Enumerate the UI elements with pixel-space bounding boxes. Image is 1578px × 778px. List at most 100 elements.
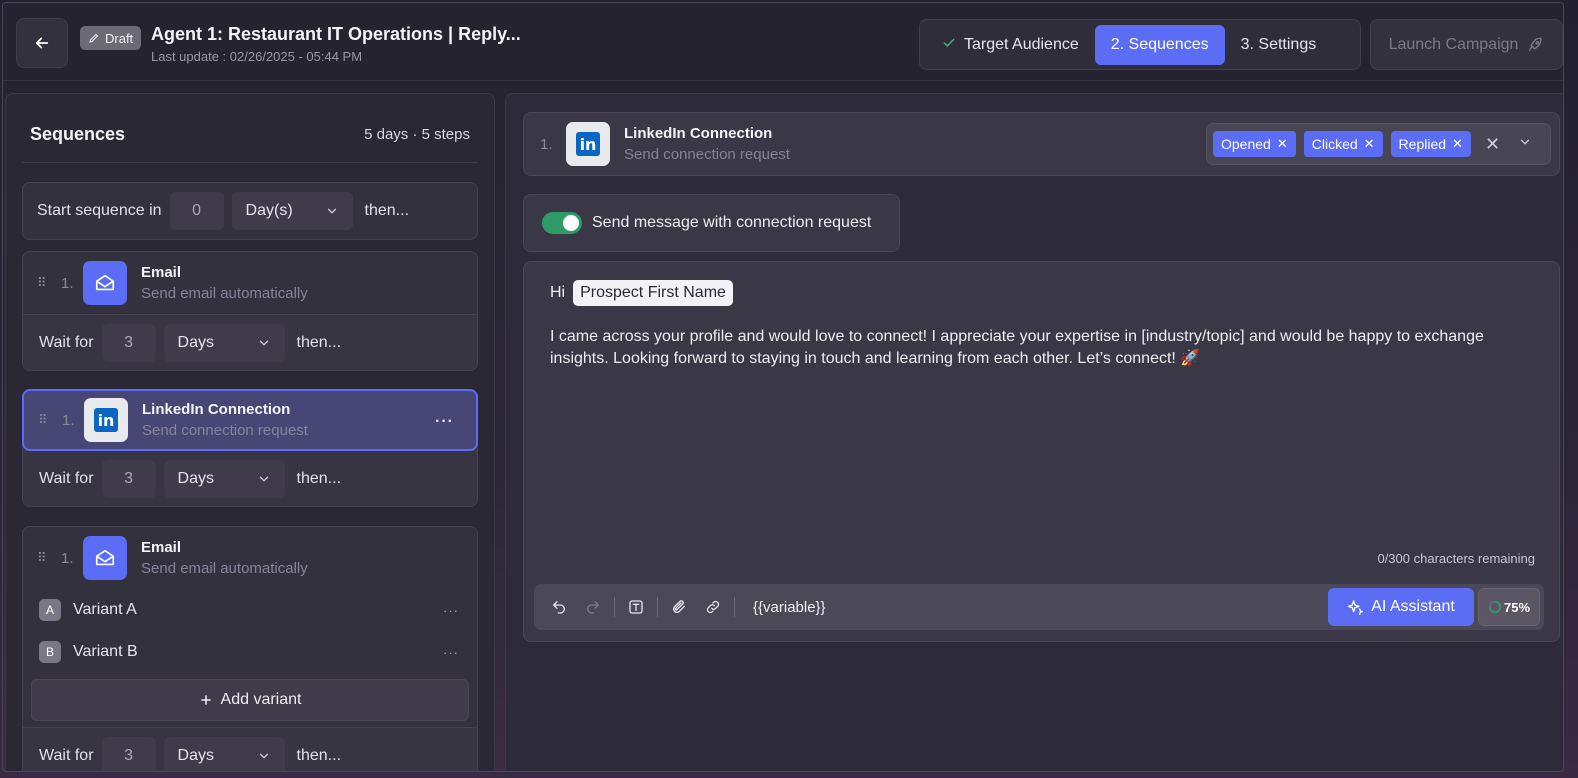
draft-label: Draft [105,30,134,46]
variant-b[interactable]: B Variant B ··· [23,631,477,673]
condition-tags-select[interactable]: Opened ✕ Clicked ✕ Replied ✕ ✕ [1206,123,1551,165]
start-days-input[interactable]: 0 [169,192,224,230]
sparkle-icon [1347,600,1364,615]
chevron-down-icon [327,208,336,214]
tag-clicked[interactable]: Clicked ✕ [1303,131,1383,157]
wait-row: Wait for 3 Days then... [23,450,477,506]
plus-icon [200,695,211,705]
wizard-steps: Target Audience 2. Sequences 3. Settings [919,19,1361,70]
close-icon[interactable]: ✕ [1364,136,1375,152]
ai-assistant-button[interactable]: AI Assistant [1328,588,1474,626]
variable-chip[interactable]: Prospect First Name [573,280,733,306]
chevron-down-icon [259,753,268,759]
sequence-step-email-1[interactable]: ⠿ 1. Email Send email automatically Wait… [22,251,478,371]
redo-icon[interactable] [576,590,610,624]
text-format-icon[interactable] [619,590,653,624]
detail-header: 1. in LinkedIn Connection Send connectio… [523,112,1560,176]
app-window: Draft Agent 1: Restaurant IT Operations … [2,2,1564,772]
add-variant-button[interactable]: Add variant [31,679,469,721]
step-number: 1. [61,549,74,567]
wait-unit-value: Days [177,746,214,764]
wait-days-input[interactable]: 3 [101,459,156,498]
message-editor[interactable]: Hi Prospect First Name I came across you… [523,261,1560,642]
linkedin-icon: in [84,398,128,442]
close-icon[interactable]: ✕ [1277,136,1288,152]
wait-unit-select[interactable]: Days [163,459,285,498]
last-update: Last update : 02/26/2025 - 05:44 PM [151,49,363,64]
launch-campaign-button[interactable]: Launch Campaign [1370,19,1563,70]
sequence-step-linkedin[interactable]: ⠿ 1. in LinkedIn Connection Send connect… [22,389,478,507]
sequences-panel: Sequences 5 days · 5 steps Start sequenc… [5,93,495,771]
wait-unit-select[interactable]: Days [163,323,285,362]
start-unit-value: Day(s) [245,202,293,219]
greeting-line: Hi Prospect First Name [550,280,733,306]
chevron-down-icon[interactable] [1518,135,1532,154]
ai-label: AI Assistant [1371,598,1455,615]
progress-ring-icon [1488,600,1502,614]
check-icon [942,36,956,53]
arrow-left-icon [35,37,49,49]
close-icon[interactable]: ✕ [1452,136,1463,152]
step-number: 1. [540,135,553,153]
connection-message-toggle[interactable] [542,212,582,234]
greeting-text: Hi [550,284,566,301]
step-sequences[interactable]: 2. Sequences [1094,24,1225,65]
connection-message-toggle-row: Send message with connection request [523,194,900,252]
selected-step-header[interactable]: ⠿ 1. in LinkedIn Connection Send connect… [22,389,478,451]
start-prefix: Start sequence in [37,202,162,219]
detail-step-desc: Send connection request [624,146,790,163]
wait-suffix: then... [296,333,342,351]
add-variant-label: Add variant [220,691,302,708]
wait-row: Wait for 3 Days then... [23,727,477,771]
insert-variable-button[interactable]: {{variable}} [753,599,826,616]
step-target-audience[interactable]: Target Audience [926,25,1095,65]
drag-handle-icon[interactable]: ⠿ [38,413,56,426]
variant-badge: A [39,599,61,621]
wait-unit-select[interactable]: Days [163,736,285,771]
launch-label: Launch Campaign [1388,35,1519,53]
step-number: 1. [61,274,74,292]
back-button[interactable] [16,18,68,68]
wait-label: Wait for [39,469,94,487]
step-label: 3. Settings [1240,35,1317,53]
undo-icon[interactable] [542,590,576,624]
step-name: Email [141,539,182,556]
wait-days-input[interactable]: 3 [101,736,156,771]
wait-unit-value: Days [177,333,214,351]
clear-all-icon[interactable]: ✕ [1485,134,1500,155]
sequence-step-email-2[interactable]: ⠿ 1. Email Send email automatically A Va… [22,526,478,771]
start-sequence-card: Start sequence in 0 Day(s) then... [22,182,478,240]
sequences-meta: 5 days · 5 steps [364,126,470,143]
drag-handle-icon[interactable]: ⠿ [37,276,55,289]
wait-row: Wait for 3 Days then... [23,314,477,370]
tag-opened[interactable]: Opened ✕ [1213,131,1296,157]
tag-label: Replied [1398,136,1447,152]
more-options-icon[interactable]: ··· [443,645,459,660]
more-options-icon[interactable]: ··· [435,413,454,431]
rocket-icon [1529,37,1543,51]
character-counter: 0/300 characters remaining [1377,551,1535,566]
email-icon [83,261,127,305]
variant-label: Variant B [73,643,138,660]
tag-replied[interactable]: Replied ✕ [1390,131,1471,157]
step-detail-panel: 1. in LinkedIn Connection Send connectio… [505,93,1563,771]
toolbar-divider [614,597,615,617]
link-icon[interactable] [696,590,730,624]
top-header: Draft Agent 1: Restaurant IT Operations … [3,3,1563,81]
wait-suffix: then... [296,469,342,487]
message-body[interactable]: I came across your profile and would lov… [550,326,1540,370]
wait-days-input[interactable]: 3 [101,323,156,362]
quality-score[interactable]: 75% [1478,588,1540,626]
start-unit-select[interactable]: Day(s) [231,192,353,230]
toolbar-divider [734,597,735,617]
drag-handle-icon[interactable]: ⠿ [37,551,55,564]
sequences-title: Sequences [30,124,126,144]
step-name: Email [141,264,182,281]
variant-a[interactable]: A Variant A ··· [23,589,477,631]
chevron-down-icon [259,476,268,482]
step-settings[interactable]: 3. Settings [1225,25,1333,65]
wait-label: Wait for [39,746,94,764]
more-options-icon[interactable]: ··· [443,603,459,618]
attachment-icon[interactable] [662,590,696,624]
step-desc: Send connection request [142,422,308,439]
